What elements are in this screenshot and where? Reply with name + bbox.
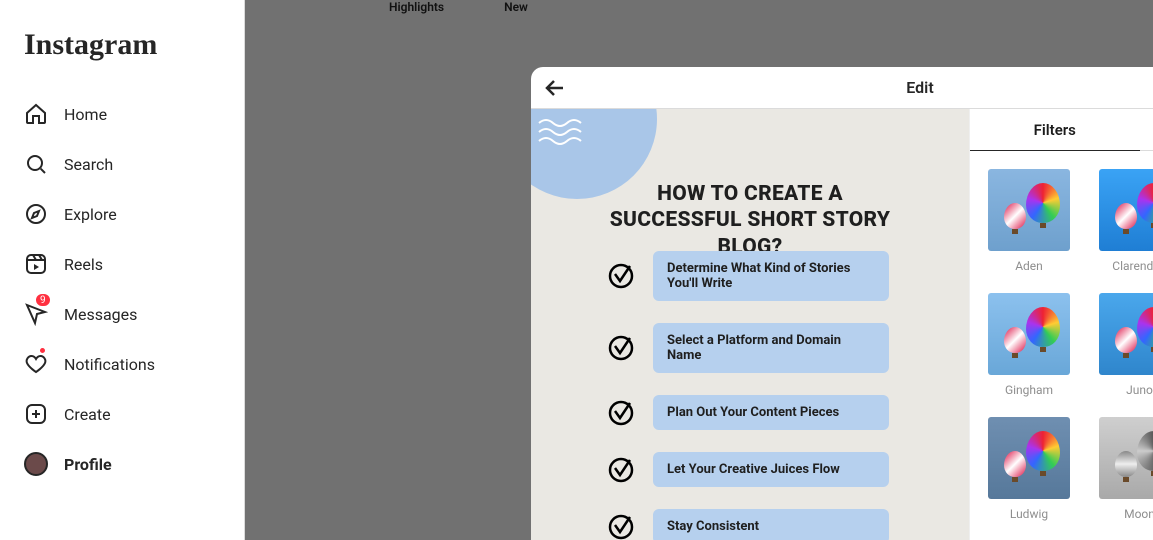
nav-search[interactable]: Search [12,140,232,188]
main-content: Highlights New aduation Cele MAN US \DEN… [245,0,1153,540]
nav-label: Search [64,155,113,174]
check-icon [607,399,635,427]
edit-tabs: Filters Adjustments [970,109,1153,151]
check-icon [607,456,635,484]
nav-explore[interactable]: Explore [12,190,232,238]
nav-notifications[interactable]: Notifications [12,340,232,388]
nav-create[interactable]: Create [12,390,232,438]
plus-square-icon [24,402,48,426]
image-preview[interactable]: HOW TO CREATE A SUCCESSFUL SHORT STORY B… [531,109,969,540]
filter-juno[interactable]: Juno [1099,293,1153,397]
tab-filters[interactable]: Filters [970,109,1140,151]
preview-heading: HOW TO CREATE A SUCCESSFUL SHORT STORY B… [531,181,969,260]
nav-home[interactable]: Home [12,90,232,138]
tip-text: Determine What Kind of Stories You'll Wr… [653,251,889,301]
filters-grid: AdenClarendonCremaGinghamJunoLarkLudwigM… [988,169,1153,521]
check-icon [607,334,635,362]
tab-adjustments[interactable]: Adjustments [1140,109,1153,151]
filter-thumb [988,417,1070,499]
arrow-left-icon [543,76,567,100]
filters-scroll[interactable]: AdenClarendonCremaGinghamJunoLarkLudwigM… [970,151,1153,540]
nav-messages[interactable]: 9 Messages [12,290,232,338]
home-icon [24,102,48,126]
messages-badge: 9 [34,292,52,308]
avatar-icon [24,452,48,476]
tips-list: Determine What Kind of Stories You'll Wr… [607,251,889,540]
check-icon [607,513,635,540]
tip-item: Let Your Creative Juices Flow [607,452,889,487]
primary-nav: Home Search Explore Reels 9 Messages [12,90,232,488]
filter-gingham[interactable]: Gingham [988,293,1070,397]
nav-label: Messages [64,305,137,324]
search-icon [24,152,48,176]
create-post-modal: Edit Next HOW TO CREATE A SUCCESSFUL SHO… [531,67,1153,540]
filter-thumb [1099,293,1153,375]
filter-thumb [1099,169,1153,251]
filter-moon[interactable]: Moon [1099,417,1153,521]
tip-item: Stay Consistent [607,509,889,540]
tip-item: Plan Out Your Content Pieces [607,395,889,430]
tip-item: Determine What Kind of Stories You'll Wr… [607,251,889,301]
tip-item: Select a Platform and Domain Name [607,323,889,373]
filter-name: Clarendon [1112,259,1153,273]
filter-clarendon[interactable]: Clarendon [1099,169,1153,273]
heart-icon [24,352,48,376]
edit-panel: Filters Adjustments AdenClarendonCremaGi… [969,109,1153,540]
tip-text: Let Your Creative Juices Flow [653,452,889,487]
filter-name: Moon [1124,507,1153,521]
filter-name: Gingham [1005,383,1053,397]
tip-text: Stay Consistent [653,509,889,540]
modal-title: Edit [906,78,933,97]
brand-logo[interactable]: Instagram [12,28,232,62]
nav-label: Explore [64,205,117,224]
filter-ludwig[interactable]: Ludwig [988,417,1070,521]
nav-profile[interactable]: Profile [12,440,232,488]
filter-thumb [988,169,1070,251]
tip-text: Select a Platform and Domain Name [653,323,889,373]
sidebar: Instagram Home Search Explore Reels 9 M [0,0,245,540]
app-root: Instagram Home Search Explore Reels 9 M [0,0,1153,540]
reels-icon [24,252,48,276]
nav-label: Create [64,405,111,424]
nav-label: Profile [64,455,112,474]
nav-label: Reels [64,255,103,274]
nav-label: Home [64,105,107,124]
waves-icon [537,117,593,151]
nav-reels[interactable]: Reels [12,240,232,288]
filter-name: Aden [1015,259,1043,273]
nav-label: Notifications [64,355,155,374]
filter-aden[interactable]: Aden [988,169,1070,273]
modal-header: Edit Next [531,67,1153,109]
filter-thumb [1099,417,1153,499]
compass-icon [24,202,48,226]
filter-name: Ludwig [1010,507,1048,521]
filter-name: Juno [1126,383,1153,397]
filter-thumb [988,293,1070,375]
tip-text: Plan Out Your Content Pieces [653,395,889,430]
notifications-dot [38,346,47,355]
modal-body: HOW TO CREATE A SUCCESSFUL SHORT STORY B… [531,109,1153,540]
check-icon [607,262,635,290]
back-button[interactable] [543,67,567,108]
